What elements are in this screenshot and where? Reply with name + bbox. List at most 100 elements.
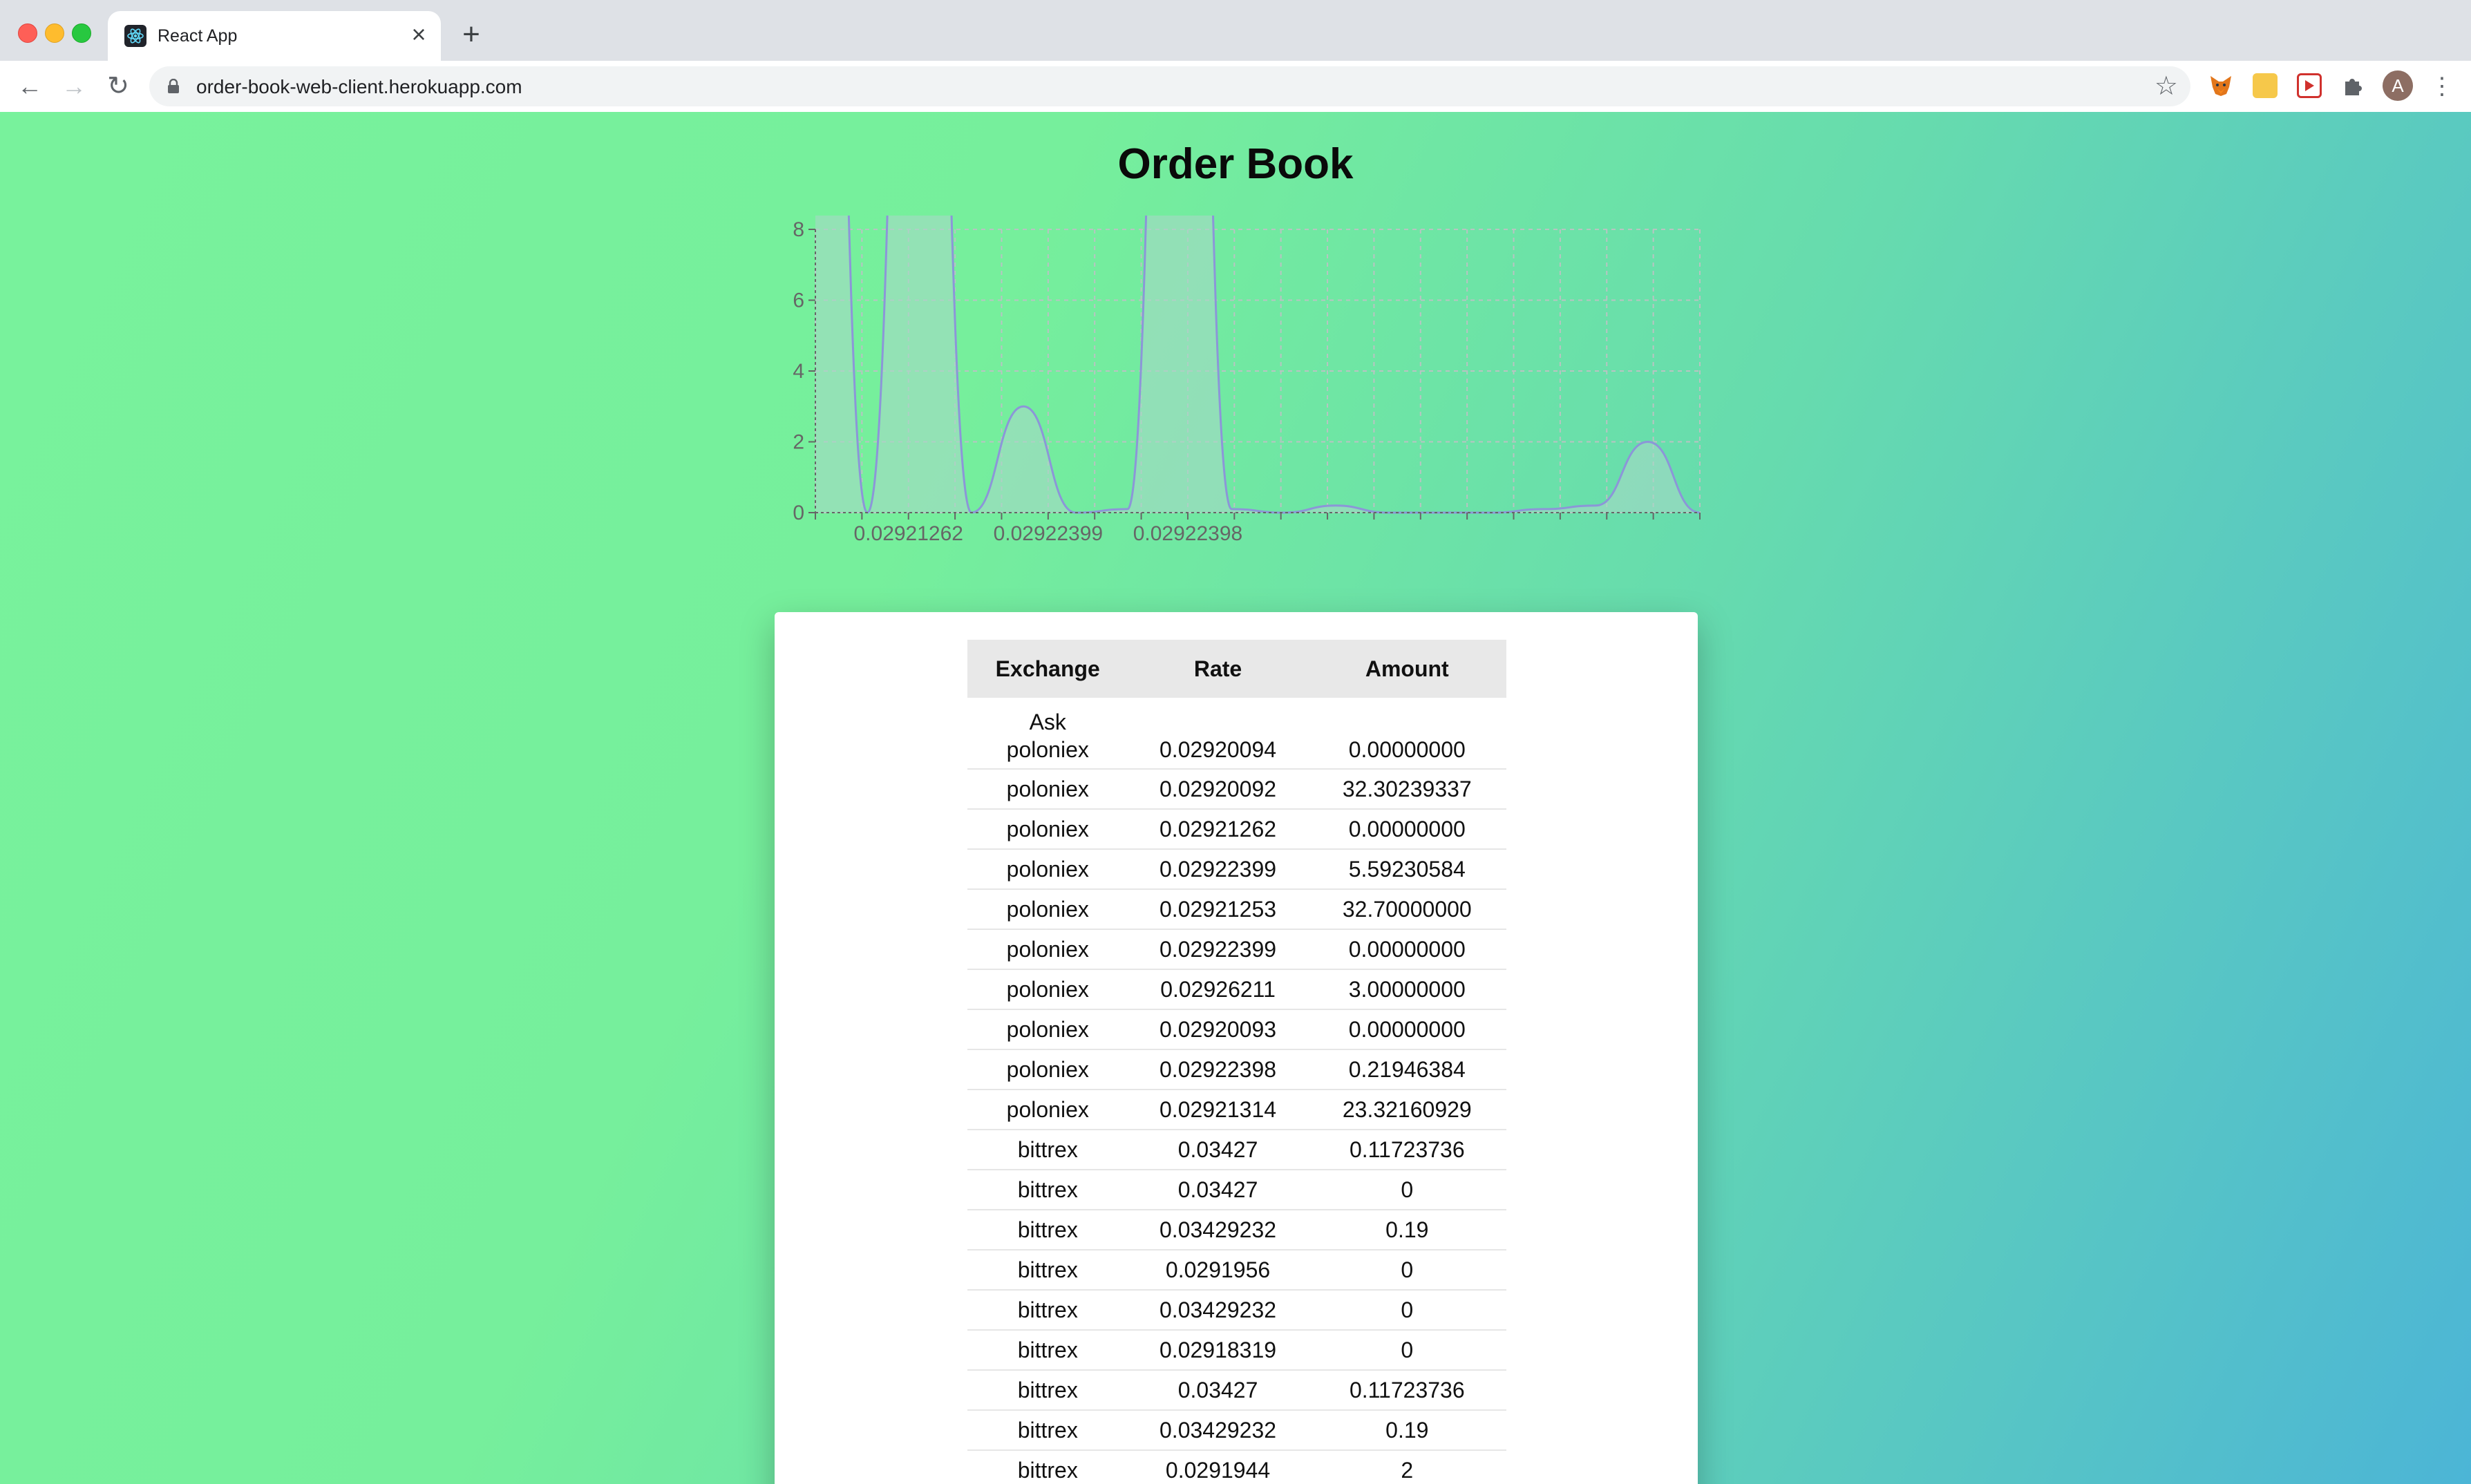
cell-rate: 0.03429232 <box>1128 1210 1308 1250</box>
series-area <box>815 216 1700 513</box>
back-arrow-icon[interactable]: ← <box>12 69 47 104</box>
cell-rate-text: 0.02922398 <box>1159 1056 1277 1082</box>
table-row: bittrex 0.03427 0.11723736 <box>967 1370 1506 1411</box>
cell-rate-text: 0.02922399 <box>1159 856 1277 882</box>
cell-exchange-text: bittrex <box>1017 1257 1078 1282</box>
cell-exchange: poloniex <box>967 1049 1128 1090</box>
cell-exchange-text: poloniex <box>1006 976 1089 1002</box>
cell-rate: 0.0291944 <box>1128 1450 1308 1484</box>
cell-exchange-text: bittrex <box>1017 1337 1078 1362</box>
tab-title: React App <box>158 26 238 46</box>
table-row: Ask poloniex 0.02920094 0.00000000 <box>967 698 1506 770</box>
cell-amount: 0.11723736 <box>1307 1130 1506 1170</box>
cell-exchange-text: bittrex <box>1017 1297 1078 1322</box>
close-window-button[interactable] <box>18 23 37 43</box>
cell-exchange: bittrex <box>967 1290 1128 1331</box>
cell-amount-text: 0.21946384 <box>1348 1056 1466 1082</box>
cell-rate: 0.02920094 <box>1128 698 1308 770</box>
table-row: bittrex 0.03429232 0.19 <box>967 1410 1506 1451</box>
x-tick-label: 0.02922398 <box>1133 522 1243 545</box>
cell-amount-text: 0.19 <box>1385 1217 1429 1242</box>
browser-tab-bar: React App × + <box>0 0 2471 61</box>
table-row: bittrex 0.0291944 2 <box>967 1450 1506 1484</box>
cell-exchange: poloniex <box>967 1009 1128 1050</box>
table-row: bittrex 0.0291956 0 <box>967 1250 1506 1291</box>
cell-exchange: bittrex <box>967 1130 1128 1170</box>
cell-amount-text: 0 <box>1401 1297 1414 1322</box>
cell-rate: 0.02922399 <box>1128 849 1308 890</box>
order-table: Exchange Rate Amount Ask poloniex 0.029200… <box>967 640 1506 1484</box>
cell-amount: 0.00000000 <box>1307 1009 1506 1050</box>
cell-rate-text: 0.03427 <box>1177 1377 1258 1402</box>
cell-rate: 0.02920092 <box>1128 769 1308 810</box>
lock-icon <box>168 79 179 93</box>
cell-rate-text: 0.02920092 <box>1159 776 1277 801</box>
table-row: poloniex 0.02921314 23.32160929 <box>967 1090 1506 1130</box>
table-row: bittrex 0.03429232 0.19 <box>967 1210 1506 1250</box>
cell-rate-text: 0.03429232 <box>1159 1217 1277 1242</box>
cell-exchange-text: poloniex <box>1006 1056 1089 1082</box>
cell-amount-text: 32.70000000 <box>1342 896 1472 922</box>
cell-rate-text: 0.02921314 <box>1159 1096 1277 1122</box>
y-tick-label: 0 <box>793 502 804 524</box>
cell-rate-text: 0.02918319 <box>1159 1337 1277 1362</box>
cell-rate-text: 0.02920094 <box>1159 737 1277 762</box>
kebab-menu-icon[interactable]: ⋮ <box>2427 69 2457 104</box>
bookmark-star-icon[interactable]: ☆ <box>2155 70 2178 102</box>
cell-amount: 32.30239337 <box>1307 769 1506 810</box>
url-text: order-book-web-client.herokuapp.com <box>196 76 522 97</box>
ask-section-label: Ask <box>1029 710 1066 734</box>
table-row: poloniex 0.02922398 0.21946384 <box>967 1049 1506 1090</box>
cell-amount: 0 <box>1307 1250 1506 1291</box>
cell-rate: 0.02921314 <box>1128 1090 1308 1130</box>
cell-rate: 0.03427 <box>1128 1170 1308 1210</box>
minimize-window-button[interactable] <box>45 23 64 43</box>
cell-amount: 0 <box>1307 1170 1506 1210</box>
cell-rate: 0.03429232 <box>1128 1290 1308 1331</box>
red-extension-icon[interactable] <box>2297 73 2322 98</box>
profile-avatar[interactable]: A <box>2383 70 2413 101</box>
table-row: poloniex 0.02920093 0.00000000 <box>967 1009 1506 1050</box>
cell-exchange: bittrex <box>967 1210 1128 1250</box>
react-favicon-icon <box>124 25 146 47</box>
zoom-window-button[interactable] <box>72 23 91 43</box>
cell-amount: 23.32160929 <box>1307 1090 1506 1130</box>
cell-rate-text: 0.0291956 <box>1165 1257 1271 1282</box>
cell-amount-text: 5.59230584 <box>1348 856 1466 882</box>
browser-tab[interactable]: React App × <box>108 11 441 61</box>
cell-exchange-text: poloniex <box>1006 816 1089 841</box>
table-row: poloniex 0.02920092 32.30239337 <box>967 769 1506 810</box>
extensions-puzzle-icon[interactable] <box>2340 73 2365 98</box>
cell-amount-text: 0.00000000 <box>1348 816 1466 841</box>
header-rate: Rate <box>1128 640 1308 698</box>
metamask-fox-icon[interactable] <box>2208 73 2233 98</box>
cell-amount: 5.59230584 <box>1307 849 1506 890</box>
table-row: poloniex 0.02922399 5.59230584 <box>967 849 1506 890</box>
cell-rate: 0.02921262 <box>1128 809 1308 850</box>
cell-exchange: poloniex <box>967 1090 1128 1130</box>
yellow-extension-icon[interactable] <box>2253 73 2278 98</box>
cell-exchange-text: bittrex <box>1017 1217 1078 1242</box>
cell-amount-text: 0.11723736 <box>1349 1136 1465 1162</box>
y-tick-label: 8 <box>793 218 804 241</box>
reload-icon[interactable]: ↻ <box>101 69 135 104</box>
cell-amount: 0.00000000 <box>1307 809 1506 850</box>
cell-amount-text: 0.11723736 <box>1349 1377 1465 1402</box>
cell-amount: 2 <box>1307 1450 1506 1484</box>
forward-arrow-icon[interactable]: → <box>57 69 91 104</box>
cell-rate: 0.0291956 <box>1128 1250 1308 1291</box>
cell-exchange: poloniex <box>967 929 1128 970</box>
cell-exchange-text: bittrex <box>1017 1457 1078 1483</box>
new-tab-button[interactable]: + <box>456 19 486 50</box>
cell-amount-text: 0.00000000 <box>1348 936 1466 962</box>
table-row: bittrex 0.02918319 0 <box>967 1330 1506 1371</box>
cell-rate: 0.02922399 <box>1128 929 1308 970</box>
x-tick-label: 0.02921262 <box>853 522 963 545</box>
cell-exchange-text: poloniex <box>1006 896 1089 922</box>
order-table-card: Exchange Rate Amount Ask poloniex 0.029200… <box>775 612 1698 1484</box>
close-tab-icon[interactable]: × <box>404 19 434 50</box>
cell-amount: 0.11723736 <box>1307 1370 1506 1411</box>
cell-amount: 0.00000000 <box>1307 929 1506 970</box>
header-amount: Amount <box>1307 640 1506 698</box>
address-bar[interactable]: order-book-web-client.herokuapp.com ☆ <box>149 66 2190 106</box>
